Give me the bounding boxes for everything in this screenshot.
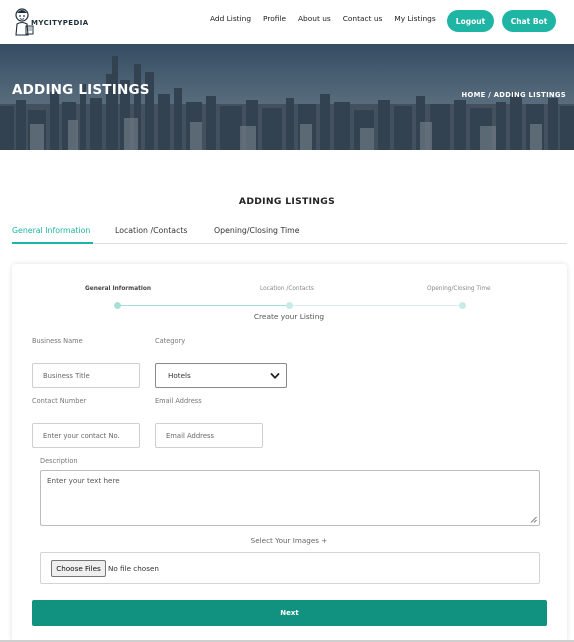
choose-files-button[interactable]: Choose Files [51, 560, 106, 577]
description-placeholder: Enter your text here [47, 476, 120, 485]
section-title: ADDING LISTINGS [238, 196, 336, 207]
brand-logo[interactable]: MYCITYPEDIA [13, 6, 89, 38]
select-images-label[interactable]: Select Your Images + [0, 536, 574, 545]
tab-general-information[interactable]: General Information [12, 226, 90, 235]
category-select[interactable]: Hotels [155, 363, 287, 388]
next-button[interactable]: Next [32, 600, 547, 626]
hero-banner: ADDING LISTINGS HOME / ADDING LISTINGS [0, 44, 574, 150]
page-title: ADDING LISTINGS [12, 82, 150, 98]
business-title-input[interactable]: Business Title [32, 363, 140, 388]
nav-contact-us[interactable]: Contact us [343, 14, 383, 23]
top-navbar: MYCITYPEDIA Add Listing Profile About us… [0, 0, 574, 44]
stepper-caption: Create your Listing [253, 312, 325, 321]
file-status-text: No file chosen [108, 564, 159, 573]
logout-button[interactable]: Logout [447, 10, 494, 32]
business-name-label: Business Name [32, 337, 83, 345]
resize-handle-icon[interactable] [530, 516, 537, 523]
contact-number-label: Contact Number [32, 397, 87, 405]
email-address-label: Email Address [155, 397, 202, 405]
image-file-input: Choose Files No file chosen [40, 552, 540, 584]
nav-links: Add Listing Profile About us Contact us … [210, 14, 436, 23]
chat-bot-button[interactable]: Chat Bot [502, 10, 556, 32]
step-label-location: Location /Contacts [260, 286, 314, 292]
nav-about-us[interactable]: About us [298, 14, 331, 23]
step-label-general: General Information [85, 286, 151, 292]
tab-opening-closing-time[interactable]: Opening/Closing Time [214, 226, 300, 235]
nav-profile[interactable]: Profile [263, 14, 286, 23]
description-label: Description [40, 457, 78, 465]
form-tabs: General Information Location /Contacts O… [12, 222, 567, 244]
business-title-placeholder: Business Title [43, 371, 90, 380]
step-dot-general [114, 302, 121, 309]
brand-name: MYCITYPEDIA [31, 19, 89, 27]
nav-my-listings[interactable]: My Listings [394, 14, 435, 23]
contact-number-input[interactable]: Enter your contact No. [32, 423, 140, 448]
chevron-down-icon [270, 373, 280, 379]
email-address-input[interactable]: Email Address [155, 423, 263, 448]
contact-number-placeholder: Enter your contact No. [43, 431, 120, 440]
email-address-placeholder: Email Address [166, 431, 215, 440]
nav-add-listing[interactable]: Add Listing [210, 14, 251, 23]
step-dot-opening [459, 302, 466, 309]
category-value: Hotels [168, 371, 191, 380]
breadcrumb[interactable]: HOME / ADDING LISTINGS [462, 91, 566, 99]
step-dot-location [286, 302, 293, 309]
category-label: Category [155, 337, 186, 345]
step-label-opening: Opening/Closing Time [427, 286, 491, 292]
stepper-progress [117, 305, 289, 306]
active-tab-indicator [12, 242, 93, 244]
description-textarea[interactable]: Enter your text here [40, 470, 540, 526]
tab-location-contacts[interactable]: Location /Contacts [115, 226, 187, 235]
